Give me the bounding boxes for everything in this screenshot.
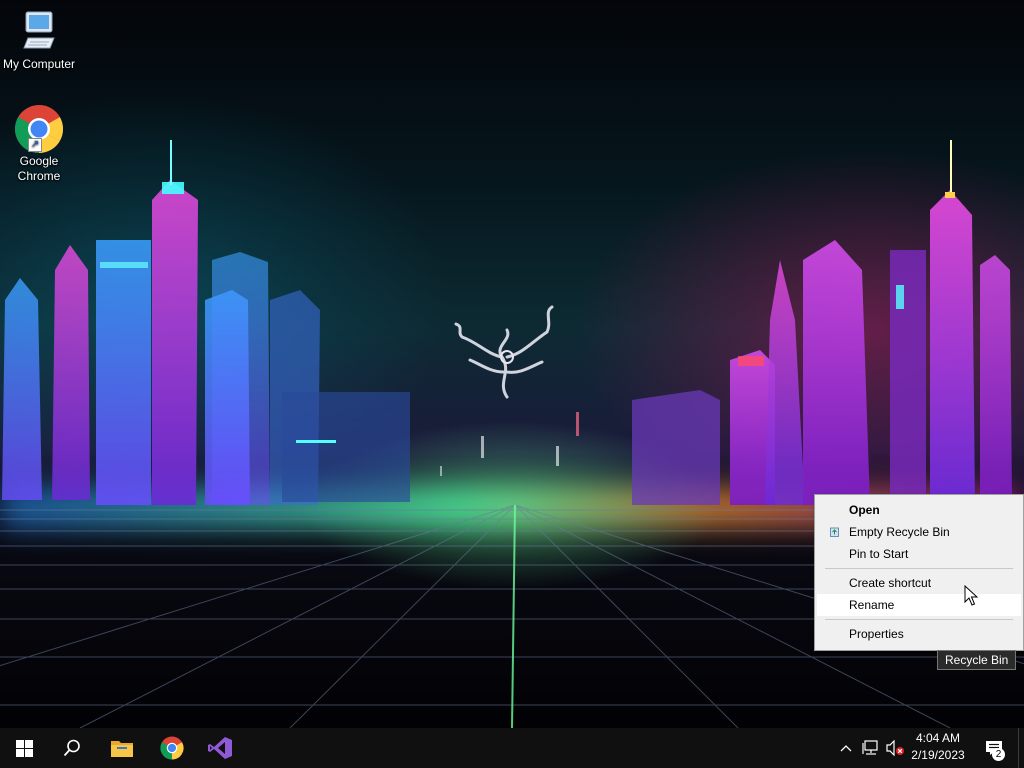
tray-overflow-button[interactable] — [838, 728, 854, 768]
taskbar-file-explorer[interactable] — [98, 728, 146, 768]
taskbar-chrome[interactable] — [148, 728, 196, 768]
chrome-icon — [160, 736, 184, 760]
menu-item-label: Pin to Start — [849, 547, 909, 561]
start-button[interactable] — [0, 728, 48, 768]
menu-item-properties[interactable]: Properties — [817, 623, 1021, 645]
desktop-icon-google-chrome[interactable]: ↗ Google Chrome — [0, 104, 79, 184]
desktop-icon-label: Google Chrome — [17, 154, 61, 183]
clock-date: 2/19/2023 — [911, 748, 965, 762]
menu-item-label: Open — [849, 503, 880, 517]
search-button[interactable] — [48, 728, 96, 768]
visual-studio-icon — [208, 737, 232, 759]
desktop-icon-my-computer[interactable]: My Computer — [0, 10, 79, 72]
volume-muted-icon — [886, 740, 904, 756]
razer-logo — [454, 305, 554, 399]
menu-item-rename[interactable]: Rename — [817, 594, 1021, 616]
chevron-up-icon — [840, 745, 852, 752]
recycle-bin-icon — [830, 527, 839, 537]
context-menu: Open Empty Recycle Bin Pin to Start Crea… — [814, 494, 1024, 651]
menu-item-open[interactable]: Open — [817, 499, 1021, 521]
show-desktop-button[interactable] — [1018, 728, 1019, 768]
action-center-button[interactable] — [978, 728, 1010, 768]
tray-network-button[interactable] — [860, 728, 882, 768]
menu-item-pin-to-start[interactable]: Pin to Start — [817, 543, 1021, 565]
computer-icon — [23, 11, 55, 49]
file-explorer-icon — [111, 741, 133, 757]
menu-item-empty-recycle-bin[interactable]: Empty Recycle Bin — [817, 521, 1021, 543]
menu-item-label: Empty Recycle Bin — [849, 525, 950, 539]
windows-start-icon — [15, 739, 33, 757]
tray-volume-button[interactable] — [884, 728, 906, 768]
tooltip-recycle-bin: Recycle Bin — [937, 650, 1017, 670]
taskbar-visual-studio[interactable] — [196, 728, 244, 768]
menu-item-label: Rename — [849, 598, 895, 612]
search-icon — [63, 739, 80, 757]
menu-separator — [825, 619, 1013, 620]
desktop-icon-label: My Computer — [2, 57, 76, 71]
menu-item-label: Create shortcut — [849, 576, 932, 590]
network-icon — [862, 740, 878, 755]
mouse-cursor-icon — [964, 585, 978, 606]
clock-time: 4:04 AM — [915, 731, 961, 745]
taskbar-clock[interactable]: 4:04 AM 2/19/2023 — [904, 730, 972, 764]
menu-item-create-shortcut[interactable]: Create shortcut — [817, 572, 1021, 594]
taskbar: 4:04 AM 2/19/2023 — [0, 728, 1024, 768]
neon-city-skyline — [2, 140, 1012, 505]
menu-separator — [825, 568, 1013, 569]
menu-item-label: Properties — [849, 627, 904, 641]
shortcut-arrow-icon: ↗ — [28, 138, 42, 152]
notification-count-badge: 2 — [992, 748, 1005, 761]
